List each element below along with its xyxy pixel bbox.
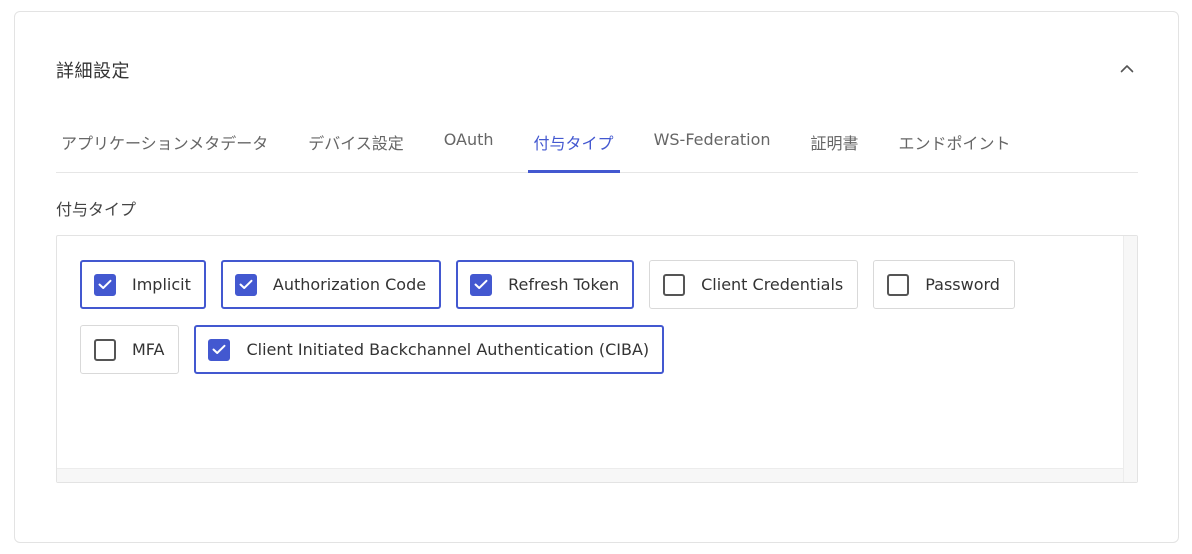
tab-oauth[interactable]: OAuth (444, 117, 494, 172)
grant-option-authorization-code[interactable]: Authorization Code (220, 260, 442, 309)
option-label: Refresh Token (508, 275, 620, 294)
option-label: Authorization Code (272, 275, 427, 294)
checkbox[interactable] (887, 273, 910, 296)
grant-option-mfa[interactable]: MFA (80, 325, 180, 374)
grant-types-label: 付与タイプ (56, 200, 137, 219)
tab-grant-types[interactable]: 付与タイプ (527, 117, 620, 173)
checkbox[interactable] (208, 338, 231, 361)
grant-option-implicit[interactable]: Implicit (80, 260, 206, 309)
check-icon (98, 279, 112, 289)
horizontal-scrollbar[interactable] (57, 468, 1123, 482)
vertical-scrollbar[interactable] (1123, 236, 1137, 482)
grant-types-panel: Implicit Authorization Code Refresh Toke… (56, 235, 1138, 483)
option-label: Password (925, 275, 1000, 294)
tab-application-metadata[interactable]: アプリケーションメタデータ (61, 117, 268, 172)
grant-option-client-credentials[interactable]: Client Credentials (649, 260, 859, 309)
option-label: Client Credentials (701, 275, 844, 294)
checkbox[interactable] (470, 273, 493, 296)
check-icon (212, 344, 226, 354)
option-label: MFA (132, 340, 165, 359)
tab-certificates[interactable]: 証明書 (811, 117, 859, 172)
checkbox[interactable] (663, 273, 686, 296)
checkbox[interactable] (94, 338, 116, 361)
collapse-button[interactable] (1115, 56, 1139, 80)
grant-option-ciba[interactable]: Client Initiated Backchannel Authenticat… (194, 325, 665, 374)
check-icon (474, 279, 488, 289)
tab-endpoints[interactable]: エンドポイント (899, 117, 1011, 172)
option-label: Implicit (132, 275, 191, 294)
grant-option-password[interactable]: Password (873, 260, 1015, 309)
card-title: 詳細設定 (56, 61, 130, 82)
check-icon (239, 279, 253, 289)
settings-tabs: アプリケーションメタデータ デバイス設定 OAuth 付与タイプ WS-Fede… (56, 117, 1138, 173)
option-label: Client Initiated Backchannel Authenticat… (246, 340, 650, 359)
grant-option-refresh-token[interactable]: Refresh Token (456, 260, 635, 309)
chevron-up-icon (1120, 64, 1134, 72)
grant-type-options: Implicit Authorization Code Refresh Toke… (80, 260, 1100, 374)
tab-device-settings[interactable]: デバイス設定 (308, 117, 404, 172)
checkbox[interactable] (94, 273, 116, 296)
advanced-settings-card: 詳細設定 アプリケーションメタデータ デバイス設定 OAuth 付与タイプ WS… (14, 11, 1179, 543)
checkbox[interactable] (234, 273, 257, 296)
tab-ws-federation[interactable]: WS-Federation (654, 117, 771, 172)
